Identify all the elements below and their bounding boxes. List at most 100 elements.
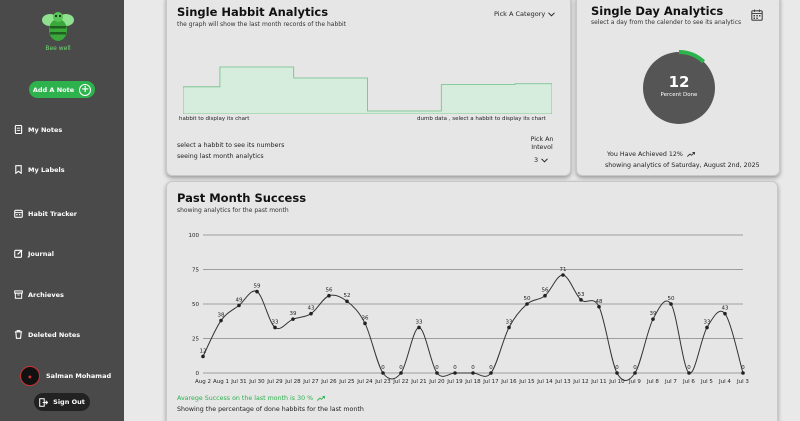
data-point[interactable]: [597, 304, 601, 309]
data-point[interactable]: [579, 298, 583, 302]
data-point[interactable]: [525, 302, 529, 306]
percent-label: Percent Done: [660, 92, 698, 98]
x-tick-label: Jul 15: [518, 379, 535, 385]
data-point[interactable]: [273, 325, 277, 330]
data-point[interactable]: [471, 371, 475, 375]
data-label: 33: [416, 319, 423, 325]
data-label: 52: [344, 293, 351, 299]
add-note-button[interactable]: Add A Note +: [29, 81, 95, 98]
data-point[interactable]: [237, 303, 241, 308]
x-tick-label: Jul 21: [410, 379, 426, 385]
data-point[interactable]: [219, 318, 223, 323]
x-tick-label: Jul 29: [266, 379, 283, 385]
data-point[interactable]: [381, 371, 385, 375]
x-tick-label: Aug 1: [213, 379, 229, 385]
x-tick-label: Jul 30: [248, 379, 265, 385]
category-dropdown-label: Pick A Category: [494, 10, 546, 18]
data-point[interactable]: [291, 317, 295, 321]
data-label: 71: [560, 267, 567, 273]
sidebar-item-deleted-notes[interactable]: Deleted Notes: [14, 330, 80, 339]
data-point[interactable]: [651, 317, 655, 321]
sidebar-item-label: My Labels: [28, 165, 65, 174]
data-point[interactable]: [201, 354, 205, 359]
data-point[interactable]: [489, 371, 493, 375]
data-label: 50: [668, 296, 675, 302]
x-tick-label: Aug 2: [195, 379, 211, 385]
x-tick-label: Jul 8: [646, 379, 659, 385]
x-tick-label: Jul 31: [230, 379, 246, 385]
sidebar-item-my-labels[interactable]: My Labels: [14, 165, 65, 174]
sidebar-item-label: Archieves: [28, 290, 64, 299]
x-tick-label: Jul 3: [736, 379, 749, 385]
showing-date-text: showing analytics of Saturday, August 2n…: [605, 162, 760, 169]
logout-icon: [39, 397, 49, 407]
past-month-title: Past Month Success: [177, 191, 307, 205]
data-label: 53: [578, 292, 585, 298]
x-tick-label: Jul 20: [428, 379, 445, 385]
x-tick-label: Jul 10: [608, 379, 625, 385]
data-point[interactable]: [723, 311, 727, 316]
x-tick-label: Jul 11: [590, 379, 606, 385]
x-tick-label: Jul 16: [500, 379, 517, 385]
data-label: 48: [596, 299, 603, 305]
single-day-title: Single Day Analytics: [591, 4, 724, 18]
x-tick-label: Jul 19: [446, 379, 463, 385]
past-month-card: Past Month Success showing analytics for…: [166, 181, 778, 421]
plus-icon: +: [79, 83, 92, 96]
data-point[interactable]: [345, 299, 349, 304]
sidebar-item-archieves[interactable]: Archieves: [14, 290, 64, 299]
data-point[interactable]: [507, 325, 511, 330]
data-label: 39: [650, 311, 657, 317]
data-point[interactable]: [741, 371, 745, 375]
y-tick-label: 50: [192, 302, 199, 308]
sign-out-button[interactable]: Sign Out: [34, 393, 90, 411]
data-label: 0: [615, 365, 619, 371]
x-tick-label: Jul 9: [628, 379, 641, 385]
sidebar-item-label: My Notes: [28, 125, 63, 134]
x-tick-label: Jul 17: [482, 379, 499, 385]
data-label: 0: [471, 365, 475, 371]
data-point[interactable]: [399, 371, 403, 375]
data-point[interactable]: [561, 273, 565, 277]
user-name: Salman Mohamad: [46, 372, 112, 380]
data-point[interactable]: [705, 325, 709, 330]
category-dropdown[interactable]: Pick A Category: [494, 10, 556, 18]
sidebar-item-journal[interactable]: Journal: [14, 249, 54, 258]
select-habit-prompt: select a habbit to see its numbers: [177, 142, 285, 149]
user-profile[interactable]: ● Salman Mohamad: [20, 366, 111, 386]
calendar-icon[interactable]: [751, 9, 763, 21]
sidebar-item-label: Habit Tracker: [28, 209, 78, 218]
data-point[interactable]: [687, 371, 691, 375]
achieved-line: You Have Achieved 12%: [607, 151, 695, 158]
sidebar-item-habit-tracker[interactable]: Habit Tracker: [14, 209, 77, 218]
data-label: 59: [254, 284, 261, 290]
data-point[interactable]: [633, 371, 637, 375]
data-point[interactable]: [453, 371, 457, 375]
trash-icon: [14, 330, 23, 339]
habit-step-chart: [183, 66, 552, 114]
data-point[interactable]: [669, 302, 673, 306]
data-label: 33: [506, 319, 513, 325]
x-tick-label: Jul 23: [374, 379, 391, 385]
data-point[interactable]: [363, 321, 367, 326]
avatar: ●: [20, 366, 40, 386]
data-point[interactable]: [309, 311, 313, 316]
x-tick-label: Jul 24: [356, 379, 373, 385]
data-label: 12: [200, 348, 207, 354]
data-label: 0: [489, 365, 493, 371]
percent-value: 12: [668, 73, 690, 91]
data-point[interactable]: [435, 371, 439, 375]
average-line: Avarege Success on the last month is 30 …: [177, 395, 326, 402]
x-tick-label: Jul 14: [536, 379, 553, 385]
data-point[interactable]: [327, 293, 331, 298]
interval-dropdown[interactable]: 3: [534, 156, 548, 164]
data-point[interactable]: [417, 325, 421, 330]
data-point[interactable]: [255, 289, 259, 294]
data-point[interactable]: [615, 371, 619, 375]
data-label: 0: [381, 365, 385, 371]
seeing-analytics-text: seeing last month analytics: [177, 153, 264, 160]
notes-icon: [14, 125, 23, 134]
sidebar-item-my-notes[interactable]: My Notes: [14, 125, 62, 134]
data-point[interactable]: [543, 293, 547, 298]
archive-icon: [14, 290, 23, 299]
